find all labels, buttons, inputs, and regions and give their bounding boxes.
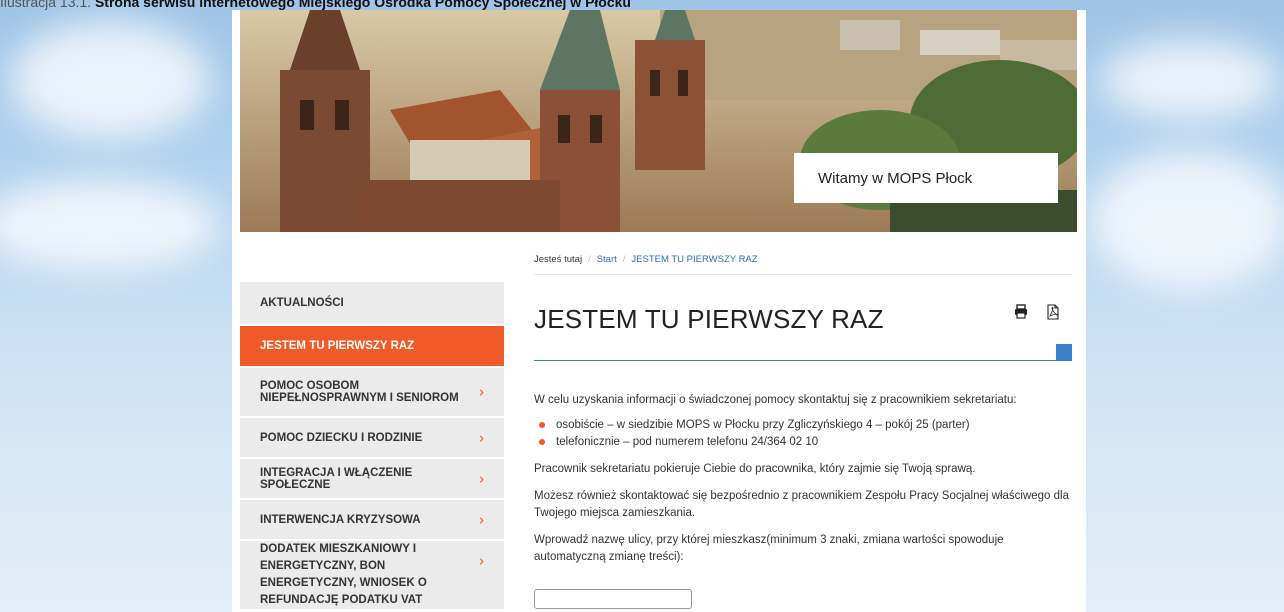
caption-text: Strona serwisu internetowego Miejskiego …	[94, 0, 631, 10]
sidebar-item-label: POMOC DZIECKU I RODZINIE	[260, 431, 423, 444]
list-item: telefonicznie – pod numerem telefonu 24/…	[534, 434, 1072, 451]
welcome-text: Witamy w MOPS Płock	[818, 169, 973, 187]
chevron-right-icon: ›	[479, 511, 484, 528]
intro-paragraph: W celu uzyskania informacji o świadczone…	[534, 394, 1017, 406]
caption-lead: Ilustracja 13.1.	[0, 0, 92, 10]
website-frame: Witamy w MOPS Płock AKTUALNOŚCI JESTEM T…	[232, 10, 1086, 612]
paragraph: Pracownik sekretariatu pokieruje Ciebie …	[534, 463, 976, 475]
article-body: W celu uzyskania informacji o świadczone…	[534, 392, 1072, 566]
breadcrumb-separator: /	[588, 254, 591, 265]
page-title: JESTEM TU PIERWSZY RAZ	[534, 304, 884, 334]
print-icon[interactable]	[1014, 304, 1028, 320]
breadcrumb-separator: /	[622, 254, 626, 265]
title-divider	[534, 360, 1072, 361]
sidebar-item-label: INTERWENCJA KRYZYSOWA	[260, 513, 421, 526]
breadcrumb-home-link[interactable]: Start	[597, 254, 617, 265]
welcome-box: Witamy w MOPS Płock	[794, 153, 1058, 203]
sidebar-item-integracja-i-wlaczenie-spoleczne[interactable]: INTEGRACJA I WŁĄCZENIE SPOŁECZNE ›	[240, 459, 504, 500]
breadcrumb-current[interactable]: JESTEM TU PIERWSZY RAZ	[631, 254, 757, 265]
breadcrumb-prefix: Jesteś tutaj	[534, 254, 583, 265]
cloud-decoration	[1100, 40, 1280, 120]
paragraph: Wprowadź nazwę ulicy, przy której mieszk…	[534, 534, 1004, 563]
sidebar-item-aktualnosci[interactable]: AKTUALNOŚCI	[240, 282, 504, 326]
paragraph: Możesz również skontaktować się bezpośre…	[534, 490, 1069, 519]
chevron-right-icon: ›	[479, 429, 484, 446]
sidebar-item-label: DODATEK MIESZKANIOWY I ENERGETYCZNY, BON…	[260, 543, 427, 606]
page-tools	[1014, 304, 1060, 320]
cloud-decoration	[0, 180, 220, 270]
sidebar-item-label: INTEGRACJA I WŁĄCZENIE SPOŁECZNE	[260, 466, 413, 491]
sidebar-item-pomoc-dziecku-i-rodzinie[interactable]: POMOC DZIECKU I RODZINIE ›	[240, 418, 504, 459]
sidebar-item-label: POMOC OSOBOM NIEPEŁNOSPRAWNYM I SENIOROM	[260, 380, 459, 404]
sidebar-item-label: JESTEM TU PIERWSZY RAZ	[260, 340, 415, 352]
list-item: osobiście – w siedzibie MOPS w Płocku pr…	[534, 417, 1072, 434]
hero-banner: Witamy w MOPS Płock	[240, 10, 1077, 232]
main-content: Jesteś tutaj / Start / JESTEM TU PIERWSZY RA…	[534, 250, 1072, 609]
sidebar-item-dodatek-mieszkaniowy[interactable]: DODATEK MIESZKANIOWY I ENERGETYCZNY, BON…	[240, 541, 504, 611]
chevron-right-icon: ›	[479, 383, 484, 401]
chevron-right-icon: ›	[479, 470, 484, 487]
sidebar-item-label: AKTUALNOŚCI	[260, 297, 344, 309]
title-accent-marker	[1056, 344, 1072, 360]
pdf-icon[interactable]	[1046, 304, 1060, 320]
chevron-right-icon: ›	[479, 552, 484, 570]
breadcrumb: Jesteś tutaj / Start / JESTEM TU PIERWSZY RA…	[534, 250, 1072, 275]
street-search-input[interactable]	[534, 589, 692, 609]
sidebar-menu: AKTUALNOŚCI JESTEM TU PIERWSZY RAZ POMOC…	[240, 282, 504, 611]
sidebar-item-interwencja-kryzysowa[interactable]: INTERWENCJA KRYZYSOWA ›	[240, 500, 504, 541]
cloud-decoration	[10, 20, 210, 140]
cloud-decoration	[1090, 150, 1284, 290]
sidebar-item-pomoc-osobom-niepelnosprawnym[interactable]: POMOC OSOBOM NIEPEŁNOSPRAWNYM I SENIOROM…	[240, 368, 504, 418]
contact-list: osobiście – w siedzibie MOPS w Płocku pr…	[534, 417, 1072, 451]
sidebar-item-jestem-tu-pierwszy-raz[interactable]: JESTEM TU PIERWSZY RAZ	[240, 326, 504, 368]
